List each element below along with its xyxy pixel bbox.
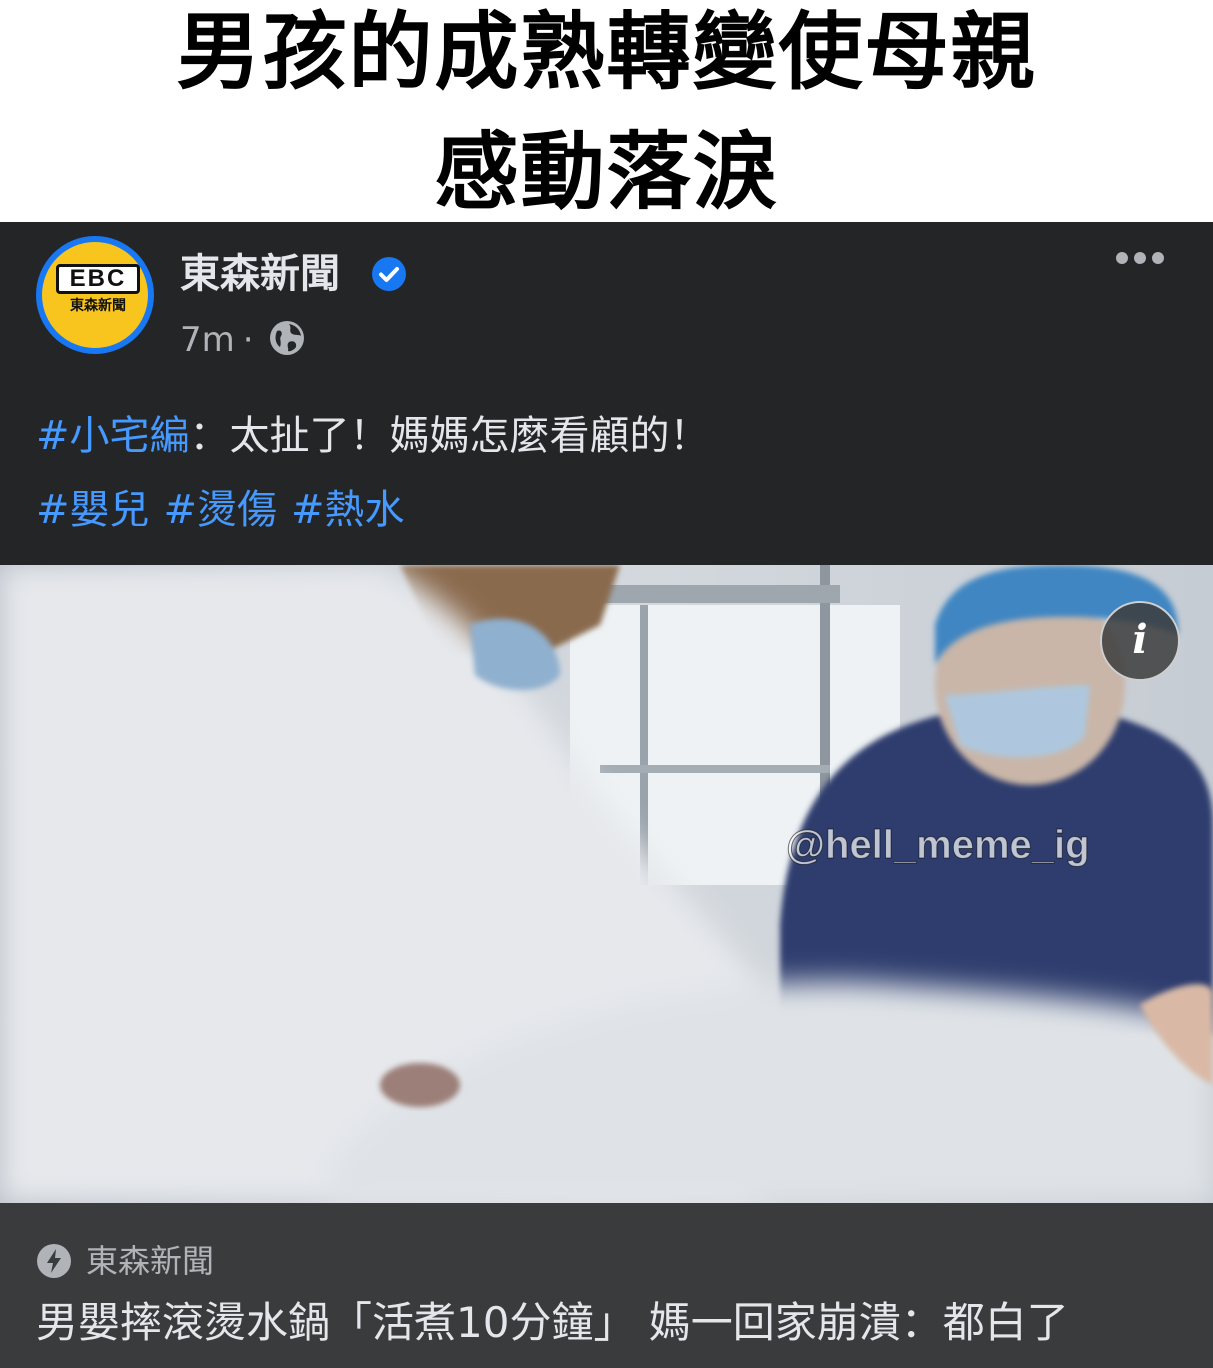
page-avatar[interactable]: EBC 東森新聞 [36, 236, 154, 354]
instant-article-bolt-icon [37, 1244, 71, 1278]
watermark-text: @hell_meme_ig [786, 823, 1091, 868]
post-meta: 7m · [180, 318, 262, 362]
page-name-link[interactable]: 東森新聞 [180, 250, 340, 298]
facebook-post-header: EBC 東森新聞 東森新聞 7m · #小宅編：太扯了！媽媽怎麼看顧的！ #嬰兒 #… [0, 222, 1213, 565]
caption-text: ：太扯了！媽媽怎麼看顧的！ [189, 413, 710, 459]
link-source-name: 東森新聞 [86, 1242, 215, 1280]
link-headline[interactable]: 男嬰摔滾燙水鍋「活煮10分鐘」 媽一回家崩潰：都白了 [36, 1297, 1069, 1349]
meme-caption-header: 男孩的成熟轉變使母親 感動落淚 [0, 0, 1213, 222]
caption-hashtag[interactable]: #小宅編 [36, 413, 190, 459]
link-preview-card[interactable]: 東森新聞 男嬰摔滾燙水鍋「活煮10分鐘」 媽一回家崩潰：都白了 [0, 1203, 1213, 1368]
meme-caption-line-1: 男孩的成熟轉變使母親 [176, 3, 1037, 101]
avatar-logo-circle: EBC 東森新聞 [42, 242, 148, 348]
post-video-thumbnail[interactable]: i @hell_meme_ig [0, 565, 1213, 1203]
verified-badge-icon [372, 257, 406, 291]
hashtag-link[interactable]: #嬰兒 [36, 487, 150, 533]
avatar-logo-text: EBC [56, 264, 140, 294]
more-options-icon[interactable] [1110, 246, 1170, 270]
avatar-sub-text: 東森新聞 [70, 298, 126, 314]
video-frame-illustration [0, 565, 1213, 1203]
post-hashtags: #嬰兒 #燙傷 #熱水 [36, 484, 419, 536]
meta-separator: · [242, 320, 254, 360]
post-timestamp[interactable]: 7m [180, 320, 235, 360]
hashtag-link[interactable]: #燙傷 [164, 487, 278, 533]
globe-icon [270, 321, 304, 355]
hashtag-link[interactable]: #熱水 [291, 487, 405, 533]
info-icon[interactable]: i [1100, 601, 1180, 681]
meme-caption-line-2: 感動落淚 [434, 123, 779, 221]
post-caption: #小宅編：太扯了！媽媽怎麼看顧的！ [36, 410, 710, 462]
